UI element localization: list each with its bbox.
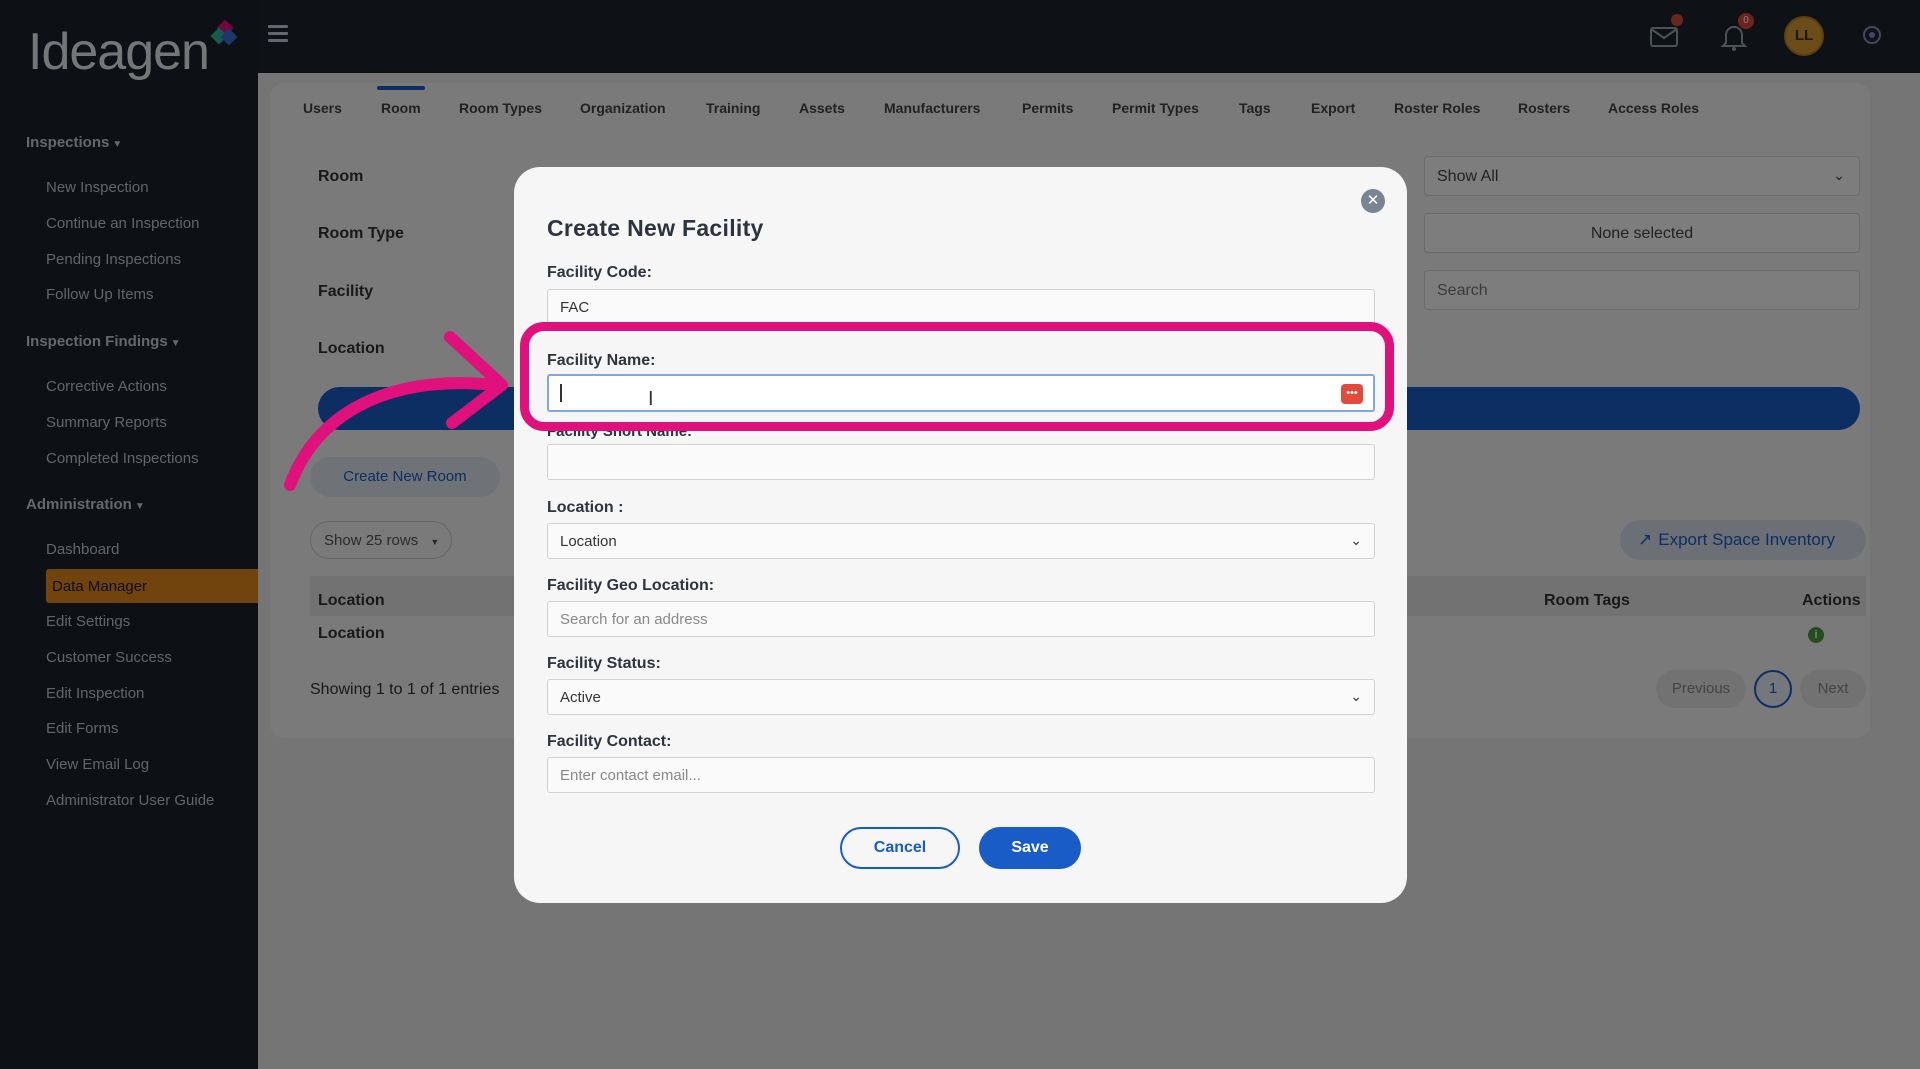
location-select[interactable]: Location ⌄ <box>547 523 1375 559</box>
cancel-button[interactable]: Cancel <box>840 827 960 869</box>
facility-status-select[interactable]: Active ⌄ <box>547 679 1375 715</box>
facility-status-label: Facility Status: <box>547 655 661 672</box>
facility-contact-input[interactable]: Enter contact email... <box>547 757 1375 793</box>
facility-name-highlight: Facility Name: I ••• <box>520 322 1394 431</box>
facility-code-input[interactable]: FAC <box>547 289 1375 325</box>
chevron-down-icon: ⌄ <box>1350 688 1362 704</box>
password-manager-icon[interactable]: ••• <box>1341 384 1363 404</box>
location-select-value: Location <box>560 533 617 550</box>
create-facility-modal: Create New Facility ✕ Facility Code: FAC… <box>514 167 1407 903</box>
facility-contact-label: Facility Contact: <box>547 733 672 750</box>
text-cursor <box>560 384 562 402</box>
ibeam-cursor-icon: I <box>648 388 654 410</box>
save-button[interactable]: Save <box>979 827 1081 869</box>
facility-name-input[interactable]: I ••• <box>547 374 1375 412</box>
modal-title: Create New Facility <box>547 215 764 241</box>
geo-location-input[interactable]: Search for an address <box>547 601 1375 637</box>
location-label: Location : <box>547 499 624 516</box>
facility-short-name-input[interactable] <box>547 444 1375 480</box>
annotation-arrow-icon <box>284 331 508 491</box>
facility-name-label: Facility Name: <box>547 352 656 369</box>
status-select-value: Active <box>560 689 601 706</box>
close-icon[interactable]: ✕ <box>1361 189 1385 213</box>
chevron-down-icon: ⌄ <box>1350 532 1362 548</box>
geo-location-label: Facility Geo Location: <box>547 577 715 594</box>
facility-code-label: Facility Code: <box>547 264 652 281</box>
